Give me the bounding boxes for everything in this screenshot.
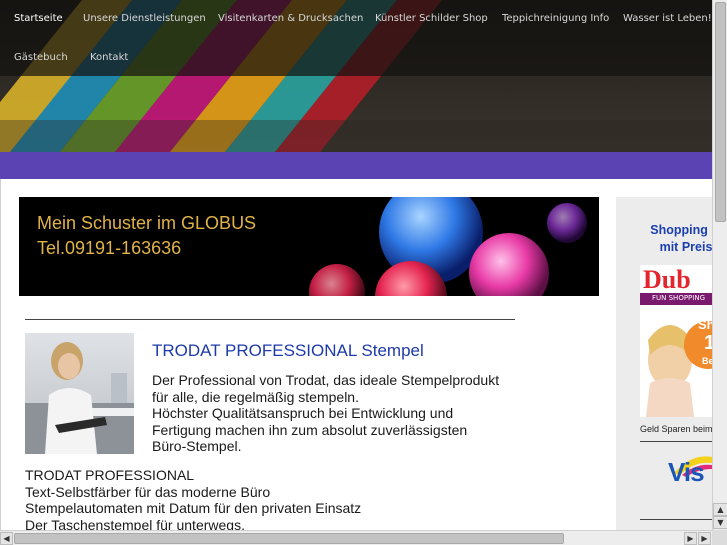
sidebar-title-line: mit Preis [659,240,712,254]
nav-item-wasser[interactable]: Wasser ist Leben! [623,13,712,24]
nav-item-visitenkarten[interactable]: Visitenkarten & Drucksachen [218,13,363,24]
nav-item-kontakt[interactable]: Kontakt [90,52,128,63]
content-area: Mein Schuster im GLOBUS Tel.09191-163636… [0,179,712,531]
ad-caption[interactable]: Geld Sparen beim [640,424,712,434]
site-header: Startseite Unsere Dienstleistungen Visit… [0,0,727,152]
banner-phone: Tel.09191-163636 [37,238,182,258]
nav-item-teppichreinigung[interactable]: Teppichreinigung Info [502,13,609,24]
ad-badge-text: Be [702,356,712,366]
product-list-item: Text-Selbstfärber für das moderne Büro [25,483,271,500]
scroll-right-arrow-icon[interactable]: ▶ [684,532,697,545]
horizontal-scrollbar[interactable]: ◀ ▶ ▶ [0,530,712,545]
article-text-line: Der Professional von Trodat, das ideale … [152,372,500,388]
article-text-line: Fertigung machen ihn zum absolut zuverlä… [152,421,468,438]
scroll-down-arrow-icon[interactable]: ▼ [713,516,727,529]
ad-tagline: FUN SHOPPING [652,294,705,302]
ad-badge-number: 1 [704,332,712,355]
scroll-right-arrow-icon[interactable]: ▶ [698,532,711,545]
banner-shop-name: Mein Schuster im GLOBUS [37,213,257,233]
article-text-line: Büro-Stempel. [152,438,242,454]
ad-badge-text: Sh [698,317,712,332]
shopping-ad-banner[interactable]: Dub FUN SHOPPING Sh 1 Be [640,265,712,417]
scrollbar-corner [712,530,727,545]
promo-banner[interactable]: Mein Schuster im GLOBUS Tel.09191-163636 [19,197,599,296]
content-divider [25,319,515,320]
article-text-line: Höchster Qualitätsanspruch bei Entwicklu… [152,405,454,421]
vis-logo[interactable]: Vis [668,457,705,488]
right-sidebar: Shopping M mit Preis Dub FUN SHOPPING Sh… [616,197,712,531]
article-title: TRODAT PROFESSIONAL Stempel [152,341,424,360]
sidebar-shopping-title[interactable]: Shopping M mit Preis [616,222,712,256]
vertical-scroll-thumb[interactable] [715,2,726,222]
office-woman-photo [25,333,134,454]
horizontal-scroll-thumb[interactable] [14,533,564,544]
scroll-up-arrow-icon[interactable]: ▲ [713,503,727,516]
product-list-heading: TRODAT PROFESSIONAL [25,467,195,483]
nav-item-gaestebuch[interactable]: Gästebuch [14,52,68,63]
nav-item-startseite[interactable]: Startseite [14,13,63,24]
nav-item-dienstleistungen[interactable]: Unsere Dienstleistungen [83,13,206,24]
product-list-item: Der Taschenstempel für unterwegs. [25,516,245,532]
main-navigation: Startseite Unsere Dienstleistungen Visit… [0,0,712,76]
ad-brand-text: Dub [643,265,691,294]
product-list-item: Stempelautomaten mit Datum für den priva… [25,500,362,516]
article-text-line: für alle, die regelmäßig stempeln. [152,388,359,405]
sidebar-divider [640,519,712,520]
nav-item-schilder-shop[interactable]: Künstler Schilder Shop [375,13,488,24]
scroll-left-arrow-icon[interactable]: ◀ [0,532,13,545]
header-accent-band [0,152,712,179]
vertical-scrollbar[interactable]: ▲ ▼ [712,0,727,530]
sidebar-title-line: Shopping M [650,223,712,237]
sidebar-divider [640,441,712,442]
